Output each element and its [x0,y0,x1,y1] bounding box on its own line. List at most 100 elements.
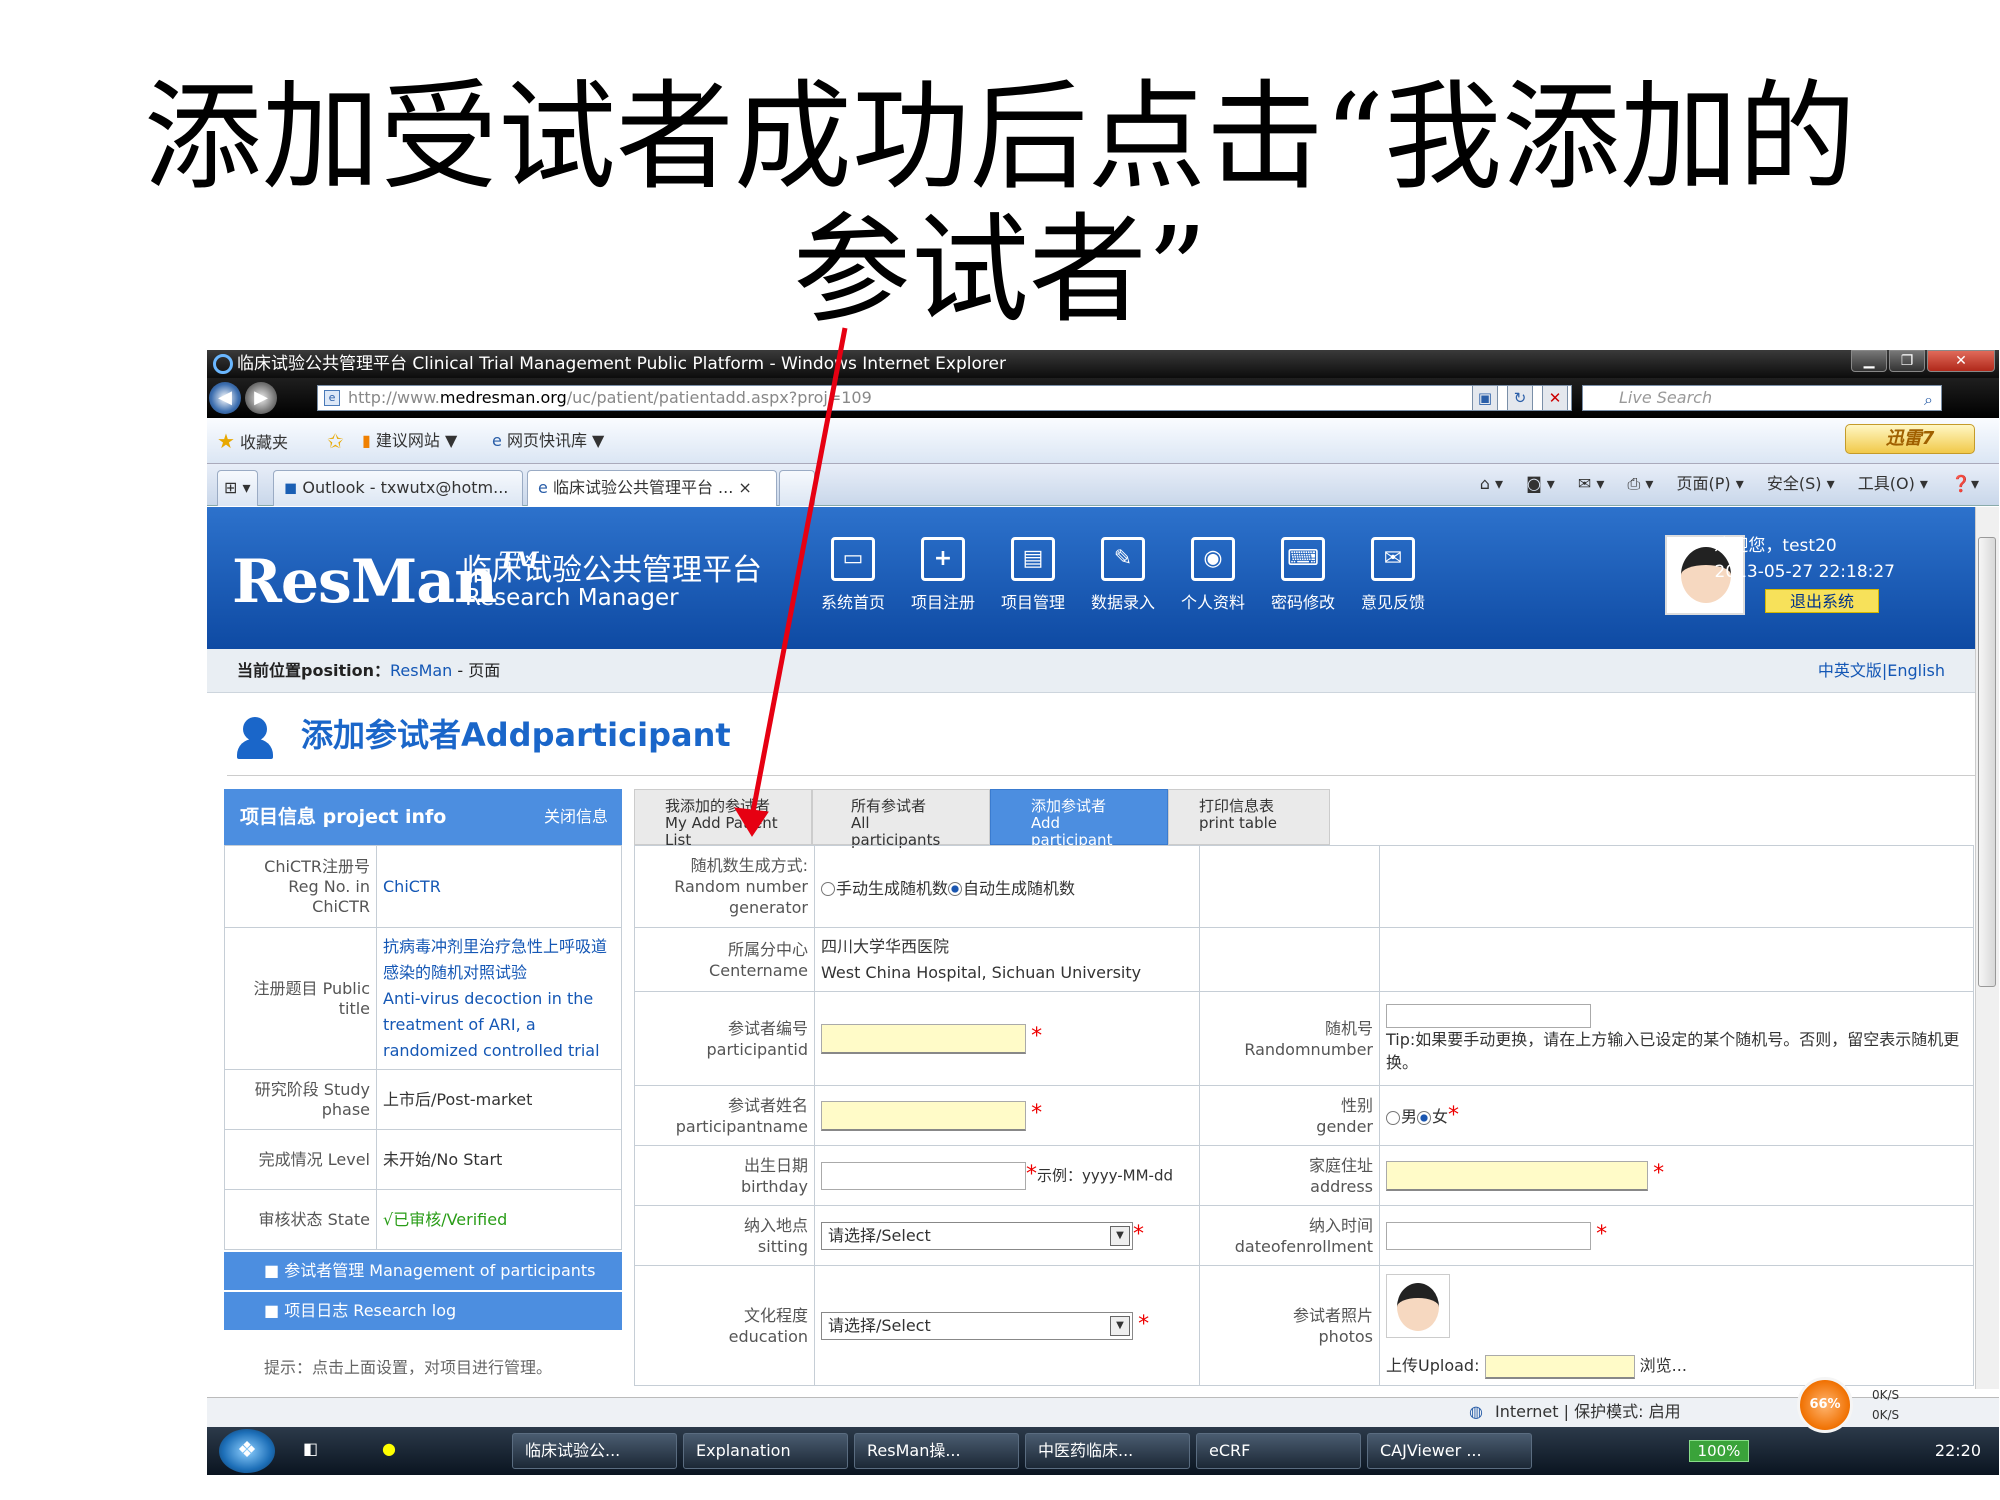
breadcrumb-link[interactable]: ResMan [390,661,452,680]
stop-icon[interactable]: ✕ [1542,385,1568,411]
site-cell: 请选择/Select ▼ * [814,1205,1200,1266]
breadcrumb: 当前位置position：ResMan - 页面 中英文版|English [207,649,1975,693]
clock[interactable]: 22:20 [1935,1427,1981,1475]
label-cn: 随机数生成方式: [690,856,808,875]
page-menu[interactable]: 页面(P) ▾ [1677,474,1744,493]
close-button[interactable]: ✕ [1927,350,1995,372]
participant-id-input[interactable] [821,1023,1026,1054]
chevron-down-icon[interactable]: ▼ [1110,1225,1130,1246]
language-switch[interactable]: 中英文版|English [1818,649,1945,693]
empty-cell [1199,927,1380,992]
label-en: address [1310,1176,1373,1196]
scrollbar-thumb[interactable] [1978,537,1996,987]
browse-button[interactable]: 浏览... [1640,1356,1687,1375]
search-icon[interactable]: ⌕ [1924,388,1933,412]
web-page: ResManTM 临床试验公共管理平台 Research Manager ▭ 系统… [207,507,1975,1389]
task-cajviewer[interactable]: CAJViewer ... [1367,1433,1532,1469]
tab-resman[interactable]: e 临床试验公共管理平台 ... × [527,470,777,506]
task-ecrf[interactable]: eCRF [1196,1433,1361,1469]
forward-button[interactable]: ▶ [245,382,277,414]
quick-tabs-icon[interactable]: ⊞ ▾ [217,470,258,506]
webslice-gallery[interactable]: e 网页快讯库 ▼ [492,418,604,464]
radio-manual-label: 手动生成随机数 [836,878,949,898]
edu-label: 文化程度 education [634,1265,815,1386]
close-info-link[interactable]: 关闭信息 [544,789,608,845]
print-icon[interactable]: ⎙ ▾ [1628,474,1654,493]
new-tab-button[interactable] [779,470,815,506]
webslice-label: 网页快讯库 ▼ [506,431,605,450]
nav-manage[interactable]: ▤ 项目管理 [994,537,1072,613]
task-label: 中医药临床... [1038,1441,1134,1460]
nav-register[interactable]: + 项目注册 [904,537,982,613]
back-button[interactable]: ◀ [209,382,241,414]
task-label: CAJViewer ... [1380,1441,1482,1460]
nav-data-entry[interactable]: ✎ 数据录入 [1084,537,1162,613]
refresh-icon[interactable]: ↻ [1507,385,1533,411]
ie-tab-icon: e [538,478,548,497]
center-cn: 四川大学华西医院 [821,936,950,956]
female-label: 女 [1432,1107,1449,1126]
home-icon[interactable]: ⌂ ▾ [1480,474,1503,493]
nav-home[interactable]: ▭ 系统首页 [814,537,892,613]
tab-outlook[interactable]: ◼ Outlook - txwutx@hotm... [273,470,523,506]
page-icon: e [324,390,340,406]
logout-button[interactable]: 退出系统 [1765,589,1879,613]
maximize-button[interactable]: ❐ [1889,350,1925,372]
info-value-state: √已审核/Verified [376,1189,622,1250]
radio-male[interactable] [1386,1110,1400,1125]
search-input[interactable]: Live Search ⌕ [1582,385,1942,411]
vertical-scrollbar[interactable] [1975,507,1999,1389]
quicklaunch-icon[interactable]: ● [382,1439,396,1458]
chevron-down-icon[interactable]: ▼ [1110,1315,1130,1336]
upload-label: 上传Upload: [1386,1356,1480,1375]
safety-menu[interactable]: 安全(S) ▾ [1767,474,1835,493]
xunlei-button[interactable]: 迅雷7 [1845,424,1975,454]
participant-name-input[interactable] [821,1100,1026,1131]
network-speeds: 0K/S 0K/S [1872,1385,1899,1425]
start-button[interactable]: ❖ [219,1429,275,1473]
task-pdf[interactable]: 中医药临床... [1025,1433,1190,1469]
menu-manage-participants[interactable]: ■ 参试者管理 Management of participants [224,1252,622,1290]
birth-cell: *示例：yyyy-MM-dd [814,1145,1200,1206]
url-path: /uc/patient/patientadd.aspx?proj=109 [566,388,872,407]
education-select[interactable]: 请选择/Select ▼ [821,1311,1133,1340]
nav-feedback[interactable]: ✉ 意见反馈 [1354,537,1432,613]
favorites-button[interactable]: ★ 收藏夹 [217,418,288,466]
tab-label-en: print table [1199,814,1278,832]
address-input[interactable] [1386,1160,1648,1191]
label-cn: 参试者编号 [727,1018,808,1038]
nav-password[interactable]: ⌨ 密码修改 [1264,537,1342,613]
tab-add-participant[interactable]: 添加参试者 Add participant [990,789,1168,849]
enrollment-date-input[interactable] [1386,1221,1591,1250]
nav-profile[interactable]: ◉ 个人资料 [1174,537,1252,613]
tab-my-patient-list[interactable]: 我添加的参试者 My Add Patient List [634,789,812,849]
birthday-input[interactable] [821,1161,1026,1190]
mail-icon[interactable]: ✉ ▾ [1578,474,1605,493]
menu-research-log[interactable]: ■ 项目日志 Research log [224,1292,622,1330]
url-input[interactable]: e http://www.medresman.org/uc/patient/pat… [317,385,1572,411]
task-resman[interactable]: 临床试验公... [512,1433,677,1469]
radio-female[interactable] [1417,1110,1432,1125]
compat-icon[interactable]: ▣ [1472,385,1498,411]
suggested-sites[interactable]: ▮ 建议网站 ▼ [362,418,457,464]
quicklaunch-icon[interactable]: ◧ [303,1439,318,1458]
task-explanation[interactable]: Explanation [683,1433,848,1469]
addr-label: 家庭住址 address [1199,1145,1380,1206]
random-number-input[interactable] [1386,1003,1591,1028]
gender-label: 性别 gender [1199,1085,1380,1146]
minimize-button[interactable]: ▁ [1851,350,1887,372]
upload-input[interactable] [1484,1354,1635,1379]
tab-all-participants[interactable]: 所有参试者 All participants [812,789,990,849]
pname-cell: * [814,1085,1200,1146]
feeds-icon[interactable]: ◙ ▾ [1526,474,1555,493]
site-select[interactable]: 请选择/Select ▼ [821,1221,1133,1250]
radio-manual[interactable] [821,882,835,896]
radio-auto[interactable] [948,882,963,896]
slide-title-line1: 添加受试者成功后点击“我添加的 [143,68,1857,206]
tab-print-table[interactable]: 打印信息表 print table [1168,789,1330,845]
tools-menu[interactable]: 工具(O) ▾ [1858,474,1928,493]
add-favorite-icon[interactable]: ✩ [327,418,344,466]
form-row: 所属分中心 Centername 四川大学华西医院 West China Hospi… [634,927,1974,992]
help-icon[interactable]: ❓▾ [1951,474,1979,493]
task-resman-doc[interactable]: ResMan操... [854,1433,1019,1469]
